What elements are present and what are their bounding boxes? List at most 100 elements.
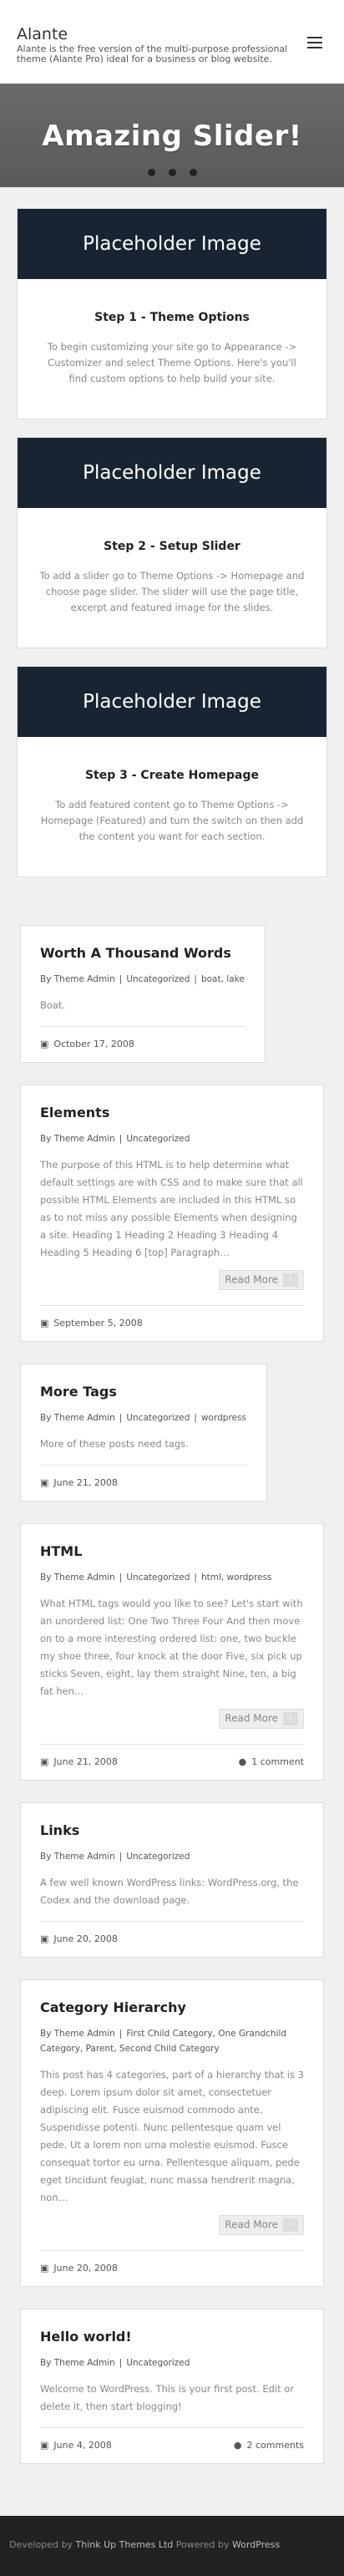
step-text: To add a slider go to Theme Options -> H… (39, 570, 305, 613)
post-footer: ▣ June 4, 2008 ● 2 comments (40, 2427, 304, 2463)
post-tags[interactable]: html, wordpress (201, 1573, 272, 1583)
comments-link[interactable]: ● 2 comments (234, 2440, 304, 2451)
post-excerpt: More of these posts need tags. (40, 1438, 189, 1450)
comments-link[interactable]: ● 1 comment (239, 1756, 304, 1767)
post-excerpt: Boat. (40, 999, 66, 1011)
post-title[interactable]: More Tags (40, 1384, 247, 1400)
site-description: Alante is the free version of the multi-… (17, 43, 288, 64)
calendar-icon: ▣ (40, 1318, 49, 1329)
post-category[interactable]: Uncategorized (126, 1413, 190, 1423)
site-title[interactable]: Alante (17, 25, 327, 43)
read-more-row: Read More › (40, 1709, 304, 1732)
arrow-right-icon: › (283, 2218, 298, 2232)
post-card: Hello world! By Theme Admin | Uncategorize… (20, 2309, 324, 2464)
step-title[interactable]: Step 1 - Theme Options (18, 311, 326, 324)
post-category[interactable]: Uncategorized (126, 1134, 190, 1144)
post-category[interactable]: Uncategorized (126, 2358, 190, 2368)
post-card: Category Hierarchy By Theme Admin | First … (20, 1979, 324, 2287)
site-header: Alante Alante is the free version of the… (0, 0, 344, 84)
post-footer: ▣ June 20, 2008 (40, 2250, 304, 2286)
slider-dot[interactable] (168, 169, 176, 176)
placeholder-image[interactable]: Placeholder Image (18, 667, 326, 737)
post-date[interactable]: June 21, 2008 (53, 1477, 117, 1488)
placeholder-image[interactable]: Placeholder Image (18, 438, 326, 508)
post-meta: By Theme Admin | Uncategorized | boat, lake (40, 974, 245, 984)
post-date[interactable]: June 21, 2008 (53, 1756, 117, 1767)
post-list: Worth A Thousand Words By Theme Admin | Un… (0, 895, 344, 2516)
post-meta: By Theme Admin | Uncategorized (40, 1134, 190, 1144)
post-meta: By Theme Admin | Uncategorized | html, wordp… (40, 1573, 272, 1583)
post-category[interactable]: Uncategorized (126, 974, 190, 984)
post-title[interactable]: Worth A Thousand Words (40, 945, 245, 962)
post-author[interactable]: By Theme Admin (40, 2358, 115, 2368)
post-title[interactable]: Hello world! (40, 2329, 304, 2345)
slider-dot[interactable] (147, 169, 155, 176)
slider-pagination (0, 169, 344, 176)
post-meta: By Theme Admin | Uncategorized | wordpress (40, 1413, 246, 1423)
post-author[interactable]: By Theme Admin (40, 1134, 115, 1144)
post-excerpt: The purpose of this HTML is to help dete… (40, 1159, 303, 1258)
post-footer: ▣ September 5, 2008 (40, 1305, 304, 1341)
featured-steps: Placeholder Image Step 1 - Theme Options… (0, 187, 344, 877)
post-title[interactable]: Category Hierarchy (40, 1999, 304, 2016)
read-more-label: Read More (225, 2218, 278, 2231)
post-date[interactable]: September 5, 2008 (53, 1318, 142, 1329)
post-title[interactable]: Links (40, 1822, 304, 1839)
post-category[interactable]: Uncategorized (126, 1573, 190, 1583)
step-text: To add featured content go to Theme Opti… (40, 799, 304, 842)
post-footer: ▣ June 20, 2008 (40, 1921, 304, 1957)
post-tags[interactable]: wordpress (201, 1413, 246, 1423)
read-more-label: Read More (225, 1273, 278, 1286)
read-more-button[interactable]: Read More › (219, 2215, 304, 2235)
post-author[interactable]: By Theme Admin (40, 1852, 115, 1862)
post-category[interactable]: Uncategorized (126, 1852, 190, 1862)
post-author[interactable]: By Theme Admin (40, 2029, 115, 2039)
post-card: Elements By Theme Admin | Uncategorized Th… (20, 1085, 324, 1342)
step-title[interactable]: Step 2 - Setup Slider (18, 540, 326, 553)
menu-toggle-icon[interactable] (307, 37, 322, 48)
post-title[interactable]: HTML (40, 1543, 304, 1560)
post-author[interactable]: By Theme Admin (40, 1573, 115, 1583)
read-more-row: Read More › (40, 2215, 304, 2238)
footer-developed-by: Developed by (9, 2539, 73, 2550)
comment-count: 1 comment (251, 1756, 304, 1767)
read-more-button[interactable]: Read More › (219, 1270, 304, 1290)
post-meta: By Theme Admin | Uncategorized (40, 1852, 190, 1862)
post-author[interactable]: By Theme Admin (40, 974, 115, 984)
slider-dot[interactable] (189, 169, 197, 176)
slider-title: Amazing Slider! (42, 119, 302, 153)
step-title[interactable]: Step 3 - Create Homepage (18, 769, 326, 782)
footer-developer-link[interactable]: Think Up Themes Ltd (76, 2539, 174, 2550)
post-footer: ▣ June 21, 2008 (40, 1465, 247, 1501)
post-date[interactable]: October 17, 2008 (53, 1039, 134, 1049)
footer-platform-link[interactable]: WordPress (232, 2539, 280, 2550)
comment-count: 2 comments (246, 2440, 305, 2451)
read-more-button[interactable]: Read More › (219, 1709, 304, 1729)
calendar-icon: ▣ (40, 1756, 49, 1767)
post-author[interactable]: By Theme Admin (40, 1413, 115, 1423)
post-card: Links By Theme Admin | Uncategorized A few… (20, 1802, 324, 1958)
post-title[interactable]: Elements (40, 1105, 304, 1121)
post-excerpt: What HTML tags would you like to see? Le… (40, 1598, 303, 1697)
comment-bubble-icon: ● (238, 1756, 247, 1767)
placeholder-image[interactable]: Placeholder Image (18, 209, 326, 279)
post-footer: ▣ October 17, 2008 (40, 1026, 245, 1062)
calendar-icon: ▣ (40, 2263, 49, 2274)
post-meta: By Theme Admin | Uncategorized (40, 2358, 190, 2368)
arrow-right-icon: › (283, 1712, 298, 1725)
post-meta: By Theme Admin | First Child Category, One… (40, 2029, 287, 2054)
post-card: HTML By Theme Admin | Uncategorized | html, … (20, 1523, 324, 1781)
post-date[interactable]: June 4, 2008 (53, 2440, 111, 2451)
post-tags[interactable]: boat, lake (201, 974, 245, 984)
post-footer: ▣ June 21, 2008 ● 1 comment (40, 1744, 304, 1780)
post-card: Worth A Thousand Words By Theme Admin | Un… (20, 925, 266, 1063)
post-excerpt: A few well known WordPress links: WordPr… (40, 1877, 299, 1906)
post-date[interactable]: June 20, 2008 (53, 1933, 117, 1944)
image-slider: Amazing Slider! (0, 84, 344, 187)
arrow-right-icon: › (283, 1273, 298, 1287)
site-footer: Developed by Think Up Themes Ltd Powered… (0, 2516, 344, 2576)
post-date[interactable]: June 20, 2008 (53, 2263, 117, 2274)
comment-bubble-icon: ● (233, 2440, 242, 2451)
calendar-icon: ▣ (40, 2440, 49, 2451)
footer-powered-by: Powered by (175, 2539, 230, 2550)
